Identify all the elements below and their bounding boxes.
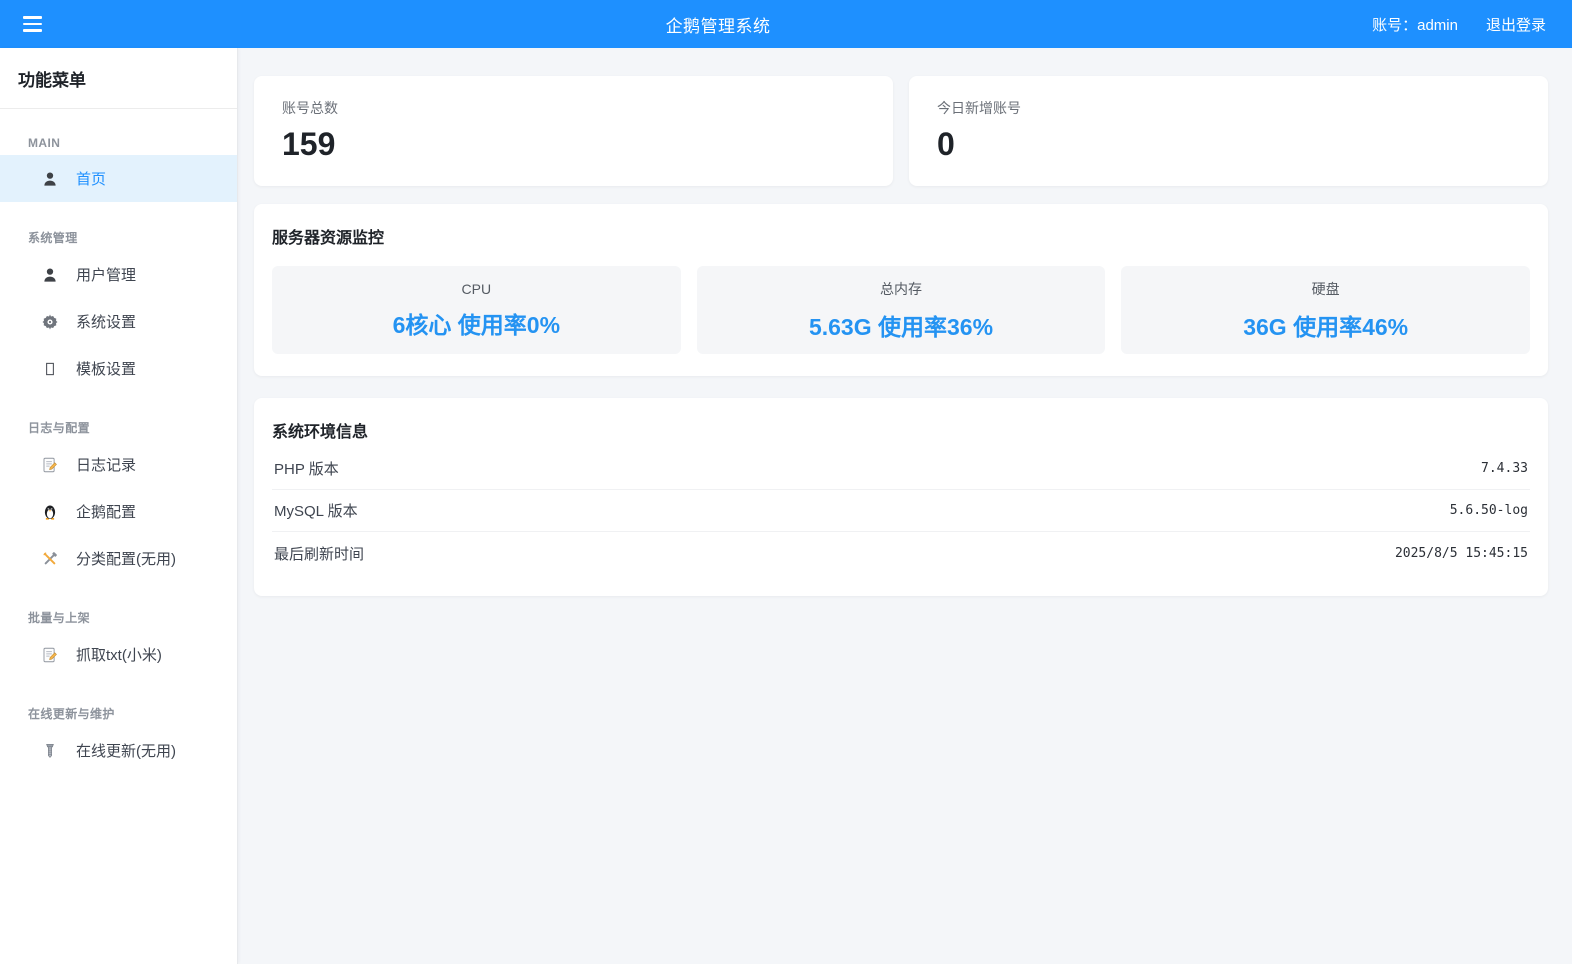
sidebar-item-penguin-config[interactable]: 企鹅配置	[0, 488, 237, 535]
metric-value: 6核心 使用率0%	[393, 306, 560, 340]
stat-card-total-accounts: 账号总数 159	[254, 76, 893, 186]
system-info-panel: 系统环境信息 PHP 版本 7.4.33 MySQL 版本 5.6.50-log…	[254, 398, 1548, 596]
hamburger-icon	[23, 23, 42, 26]
nav-section-label: MAIN	[0, 136, 237, 150]
info-row-php-version: PHP 版本 7.4.33	[272, 448, 1530, 490]
nav-section-logs-config: 日志与配置 日志记录 企鹅配置 分类配置(无用)	[0, 419, 237, 582]
sidebar: 功能菜单 MAIN 首页 系统管理 用户管理	[0, 48, 238, 964]
nav-item-label: 模板设置	[76, 358, 136, 379]
metric-card-cpu: CPU 6核心 使用率0%	[272, 266, 681, 354]
sidebar-item-system-settings[interactable]: 系统设置	[0, 298, 237, 345]
user-icon	[40, 169, 60, 189]
nav-item-label: 日志记录	[76, 454, 136, 475]
bolt-icon	[40, 741, 60, 761]
nav-section-batch: 批量与上架 抓取txt(小米)	[0, 609, 237, 678]
nav-item-label: 在线更新(无用)	[76, 740, 176, 761]
nav-section-label: 日志与配置	[0, 419, 237, 436]
metric-value: 5.63G 使用率36%	[809, 308, 993, 342]
stat-label: 今日新增账号	[937, 98, 1520, 118]
info-row-mysql-version: MySQL 版本 5.6.50-log	[272, 490, 1530, 532]
sidebar-item-log-records[interactable]: 日志记录	[0, 441, 237, 488]
sidebar-item-category-config[interactable]: 分类配置(无用)	[0, 535, 237, 582]
nav-item-label: 抓取txt(小米)	[76, 644, 162, 665]
stat-card-new-accounts-today: 今日新增账号 0	[909, 76, 1548, 186]
sidebar-item-online-update[interactable]: 在线更新(无用)	[0, 727, 237, 774]
memo-icon	[40, 645, 60, 665]
nav-item-label: 分类配置(无用)	[76, 548, 176, 569]
panel-title: 服务器资源监控	[272, 224, 1530, 248]
info-label: PHP 版本	[274, 458, 339, 479]
placeholder-glyph-icon	[40, 359, 60, 379]
stat-cards-row: 账号总数 159 今日新增账号 0	[254, 76, 1548, 186]
metric-value: 36G 使用率46%	[1243, 308, 1408, 342]
info-label: MySQL 版本	[274, 500, 358, 521]
nav-section-label: 批量与上架	[0, 609, 237, 626]
gear-icon	[40, 312, 60, 332]
hamburger-icon	[23, 16, 42, 19]
header-right: 账号：admin 退出登录	[1372, 14, 1572, 35]
memo-icon	[40, 455, 60, 475]
main-content: 账号总数 159 今日新增账号 0 服务器资源监控 CPU 6核心 使用率0% …	[238, 48, 1572, 964]
nav-item-label: 用户管理	[76, 264, 136, 285]
info-value: 2025/8/5 15:45:15	[1395, 546, 1528, 561]
nav-section-update: 在线更新与维护 在线更新(无用)	[0, 705, 237, 774]
logout-button[interactable]: 退出登录	[1486, 14, 1546, 35]
metric-card-memory: 总内存 5.63G 使用率36%	[697, 266, 1106, 354]
penguin-icon	[40, 502, 60, 522]
hamburger-icon	[23, 29, 42, 32]
metric-label: CPU	[462, 281, 492, 297]
nav-section-system: 系统管理 用户管理 系统设置 模板设置	[0, 229, 237, 392]
top-header: 企鹅管理系统 账号：admin 退出登录	[0, 0, 1572, 48]
info-value: 7.4.33	[1481, 461, 1528, 476]
nav-item-label: 企鹅配置	[76, 501, 136, 522]
nav-item-label: 首页	[76, 168, 106, 189]
info-row-last-refresh: 最后刷新时间 2025/8/5 15:45:15	[272, 532, 1530, 574]
menu-toggle-button[interactable]	[0, 0, 64, 48]
panel-title: 系统环境信息	[272, 418, 1530, 442]
tools-icon	[40, 549, 60, 569]
nav-section-label: 在线更新与维护	[0, 705, 237, 722]
account-label: 账号：admin	[1372, 14, 1458, 35]
metric-card-disk: 硬盘 36G 使用率46%	[1121, 266, 1530, 354]
sidebar-item-grab-txt[interactable]: 抓取txt(小米)	[0, 631, 237, 678]
stat-label: 账号总数	[282, 98, 865, 118]
metric-cards-row: CPU 6核心 使用率0% 总内存 5.63G 使用率36% 硬盘 36G 使用…	[272, 266, 1530, 354]
metric-label: 总内存	[880, 279, 922, 299]
stat-value: 0	[937, 126, 1520, 163]
stat-value: 159	[282, 126, 865, 163]
app-title: 企鹅管理系统	[64, 12, 1372, 37]
sidebar-item-home[interactable]: 首页	[0, 155, 237, 202]
nav-item-label: 系统设置	[76, 311, 136, 332]
system-info-rows: PHP 版本 7.4.33 MySQL 版本 5.6.50-log 最后刷新时间…	[272, 448, 1530, 574]
user-icon	[40, 265, 60, 285]
server-monitor-panel: 服务器资源监控 CPU 6核心 使用率0% 总内存 5.63G 使用率36% 硬…	[254, 204, 1548, 376]
info-value: 5.6.50-log	[1450, 503, 1528, 518]
nav-section-main: MAIN 首页	[0, 136, 237, 202]
sidebar-item-user-management[interactable]: 用户管理	[0, 251, 237, 298]
sidebar-title: 功能菜单	[0, 48, 237, 109]
info-label: 最后刷新时间	[274, 543, 364, 564]
nav-section-label: 系统管理	[0, 229, 237, 246]
metric-label: 硬盘	[1312, 279, 1340, 299]
sidebar-item-template-settings[interactable]: 模板设置	[0, 345, 237, 392]
